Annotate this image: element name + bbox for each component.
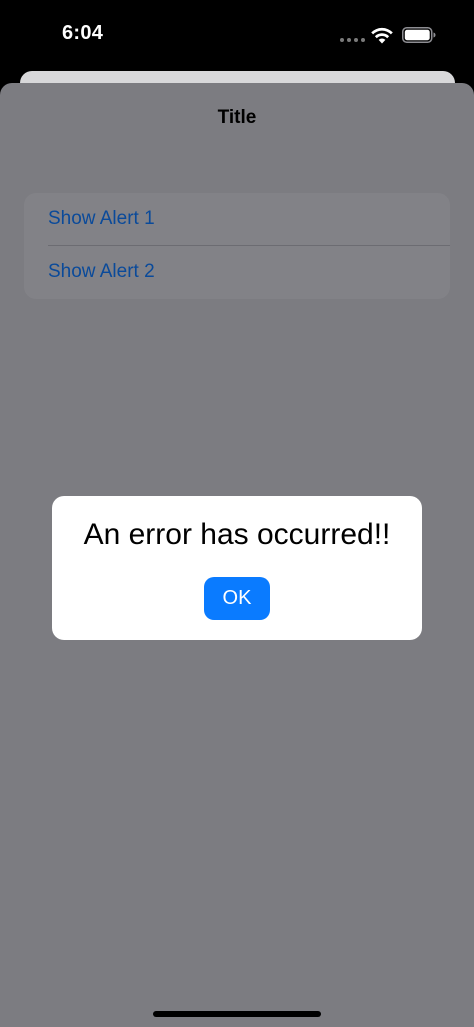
show-alert-2-button[interactable]: Show Alert 2	[24, 246, 450, 298]
status-time: 6:04	[62, 22, 104, 44]
button-list: Show Alert 1 Show Alert 2	[24, 193, 450, 299]
home-indicator[interactable]	[153, 1011, 321, 1017]
navigation-title: Title	[217, 107, 257, 128]
error-alert: An error has occurred!! OK	[52, 496, 422, 640]
cellular-signal-icon	[340, 38, 365, 42]
wifi-icon	[371, 27, 393, 44]
battery-icon	[402, 27, 436, 43]
ok-button[interactable]: OK	[204, 577, 270, 620]
show-alert-1-button[interactable]: Show Alert 1	[24, 193, 450, 245]
status-bar: 6:04	[0, 0, 474, 70]
alert-message: An error has occurred!!	[83, 518, 391, 551]
